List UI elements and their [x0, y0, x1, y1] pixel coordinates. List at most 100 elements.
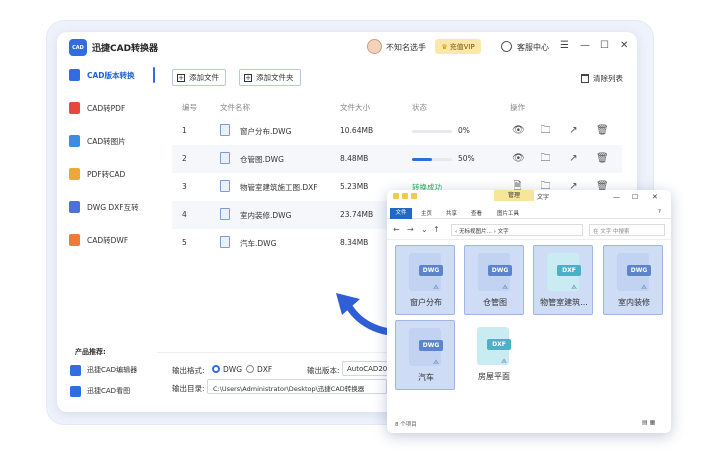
tab-manage[interactable]: 管理 — [494, 190, 534, 201]
cad-viewer-icon — [70, 385, 81, 397]
up-icon[interactable]: ↑ — [433, 225, 440, 234]
sidebar: CAD版本转换 CAD转PDF CAD转图片 PDF转CAD DWG DXF互转… — [57, 62, 157, 412]
row-filesize: 5.23MB — [340, 182, 369, 191]
help-icon[interactable]: ? — [658, 209, 661, 215]
output-version-label: 输出版本: — [307, 366, 340, 375]
row-filesize: 10.64MB — [340, 126, 374, 135]
maximize-button[interactable]: ☐ — [600, 40, 609, 52]
file-name: 窗户分布 — [410, 298, 442, 307]
format-dwg-label[interactable]: DWG — [223, 365, 242, 374]
row-number: 1 — [182, 126, 187, 135]
search-input[interactable]: 在 文字 中搜索 — [589, 224, 665, 236]
address-input[interactable]: ‹ 无标视图片… › 文字 — [451, 224, 583, 236]
sidebar-item-version-convert[interactable]: CAD版本转换 — [69, 67, 135, 83]
open-external-icon[interactable]: ↗ — [568, 125, 579, 136]
clear-list-button[interactable]: 清除列表 — [581, 73, 623, 84]
progress-fill — [412, 158, 432, 161]
dxf-badge: DXF — [487, 339, 511, 350]
active-indicator — [153, 67, 155, 83]
forward-icon[interactable]: → — [407, 225, 414, 234]
vip-button[interactable]: ♛ 充值VIP — [435, 39, 481, 54]
user-name[interactable]: 不知名选手 — [386, 42, 426, 53]
minimize-button[interactable]: — — [580, 40, 590, 52]
folder-icon[interactable]: 🗀 — [540, 125, 551, 136]
file-name: 仓管图 — [483, 298, 507, 307]
recommend-cad-editor[interactable]: 迅捷CAD编辑器 — [70, 363, 137, 377]
compass-icon: ⟑ — [571, 281, 578, 292]
tab-home[interactable]: 主页 — [421, 209, 432, 217]
format-dxf-radio[interactable] — [246, 365, 254, 373]
avatar[interactable] — [367, 39, 382, 54]
file-name: 房屋平面 — [478, 372, 510, 381]
row-filesize: 8.34MB — [340, 238, 369, 247]
file-item[interactable]: DWG ⟑ 室内装修 — [603, 245, 663, 315]
view-mode-icons[interactable]: ▤ ▦ — [642, 419, 655, 426]
dwg-document-icon: DWG ⟑ — [617, 253, 651, 292]
header-filesize: 文件大小 — [340, 103, 370, 112]
pdf-icon — [69, 102, 80, 114]
dwg-document-icon: DWG ⟑ — [478, 253, 512, 292]
delete-icon[interactable]: 🗑 — [596, 125, 609, 136]
add-folder-button[interactable]: + 添加文件夹 — [239, 69, 301, 86]
service-center-link[interactable]: 客服中心 — [517, 42, 549, 53]
dwf-icon — [69, 234, 80, 246]
recent-icon[interactable]: ⌄ — [421, 225, 428, 234]
explorer-title: 文字 — [537, 194, 550, 201]
sidebar-item-cad-to-dwf[interactable]: CAD转DWF — [69, 232, 128, 248]
sidebar-item-pdf-to-cad[interactable]: PDF转CAD — [69, 166, 125, 182]
open-external-icon[interactable]: ↗ — [568, 153, 579, 164]
recommend-cad-viewer[interactable]: 迅捷CAD看图 — [70, 384, 130, 398]
headset-icon[interactable] — [501, 41, 512, 52]
sidebar-item-cad-to-image[interactable]: CAD转图片 — [69, 133, 126, 149]
file-item[interactable]: DWG ⟑ 仓管图 — [464, 245, 524, 315]
file-item[interactable]: DWG ⟑ 汽车 — [395, 320, 455, 390]
tab-picture-tools[interactable]: 图片工具 — [497, 209, 519, 217]
folder-icon[interactable]: 🗀 — [540, 153, 551, 164]
explorer-minimize-button[interactable]: — — [613, 193, 620, 201]
back-icon[interactable]: ← — [393, 225, 400, 234]
file-item[interactable]: DXF ⟑ 物管室建筑... — [533, 245, 593, 315]
menu-icon[interactable]: ☰ — [560, 40, 569, 52]
table-row[interactable]: 2 仓管图.DWG 8.48MB 50% 👁 🗀 ↗ 🗑 — [172, 145, 622, 173]
dwg-file-icon — [220, 208, 230, 220]
cad-editor-icon — [70, 364, 81, 376]
format-dwg-radio[interactable] — [212, 365, 220, 373]
recommend-label: 迅捷CAD看图 — [87, 387, 131, 395]
file-item[interactable]: DWG ⟑ 窗户分布 — [395, 245, 455, 315]
file-item[interactable]: DXF ⟑ 房屋平面 — [464, 320, 524, 390]
table-row[interactable]: 1 窗户分布.DWG 10.64MB 0% 👁 🗀 ↗ 🗑 — [172, 117, 622, 145]
close-button[interactable]: ✕ — [620, 40, 628, 52]
dwg-document-icon: DWG ⟑ — [409, 328, 443, 367]
check-icon — [402, 193, 408, 199]
quick-access-icons — [393, 193, 417, 199]
format-dxf-label[interactable]: DXF — [257, 365, 272, 374]
dwg-badge: DWG — [627, 265, 651, 276]
folder-icon — [393, 193, 399, 199]
explorer-maximize-button[interactable]: ☐ — [632, 193, 638, 201]
dwg-badge: DWG — [488, 265, 512, 276]
output-dir-input[interactable]: C:\Users\Administrator\Desktop\迅捷CAD转换器 — [207, 379, 387, 394]
clear-list-label: 清除列表 — [593, 74, 623, 83]
row-filename: 仓管图.DWG — [240, 155, 284, 164]
tab-file[interactable]: 文件 — [390, 208, 412, 219]
explorer-close-button[interactable]: ✕ — [652, 193, 658, 201]
preview-icon[interactable]: 👁 — [512, 125, 525, 136]
dwg-dxf-icon — [69, 201, 80, 213]
dxf-document-icon: DXF ⟑ — [547, 253, 581, 292]
sidebar-item-dwg-dxf[interactable]: DWG DXF互转 — [69, 199, 139, 215]
delete-icon[interactable]: 🗑 — [596, 153, 609, 164]
sidebar-item-label: CAD转PDF — [87, 103, 126, 113]
image-icon — [69, 135, 80, 147]
add-file-button[interactable]: + 添加文件 — [172, 69, 226, 86]
tab-share[interactable]: 共享 — [446, 209, 457, 217]
recommend-title: 产品推荐: — [75, 348, 106, 356]
folder-icon — [411, 193, 417, 199]
tab-view[interactable]: 查看 — [471, 209, 482, 217]
row-number: 4 — [182, 210, 187, 219]
sidebar-item-cad-to-pdf[interactable]: CAD转PDF — [69, 100, 125, 116]
preview-icon[interactable]: 👁 — [512, 153, 525, 164]
header-status: 状态 — [412, 103, 427, 112]
sidebar-item-label: CAD转图片 — [87, 136, 126, 146]
address-bar: ← → ⌄ ↑ ‹ 无标视图片… › 文字 在 文字 中搜索 — [387, 220, 671, 240]
crown-icon: ♛ — [441, 42, 448, 51]
